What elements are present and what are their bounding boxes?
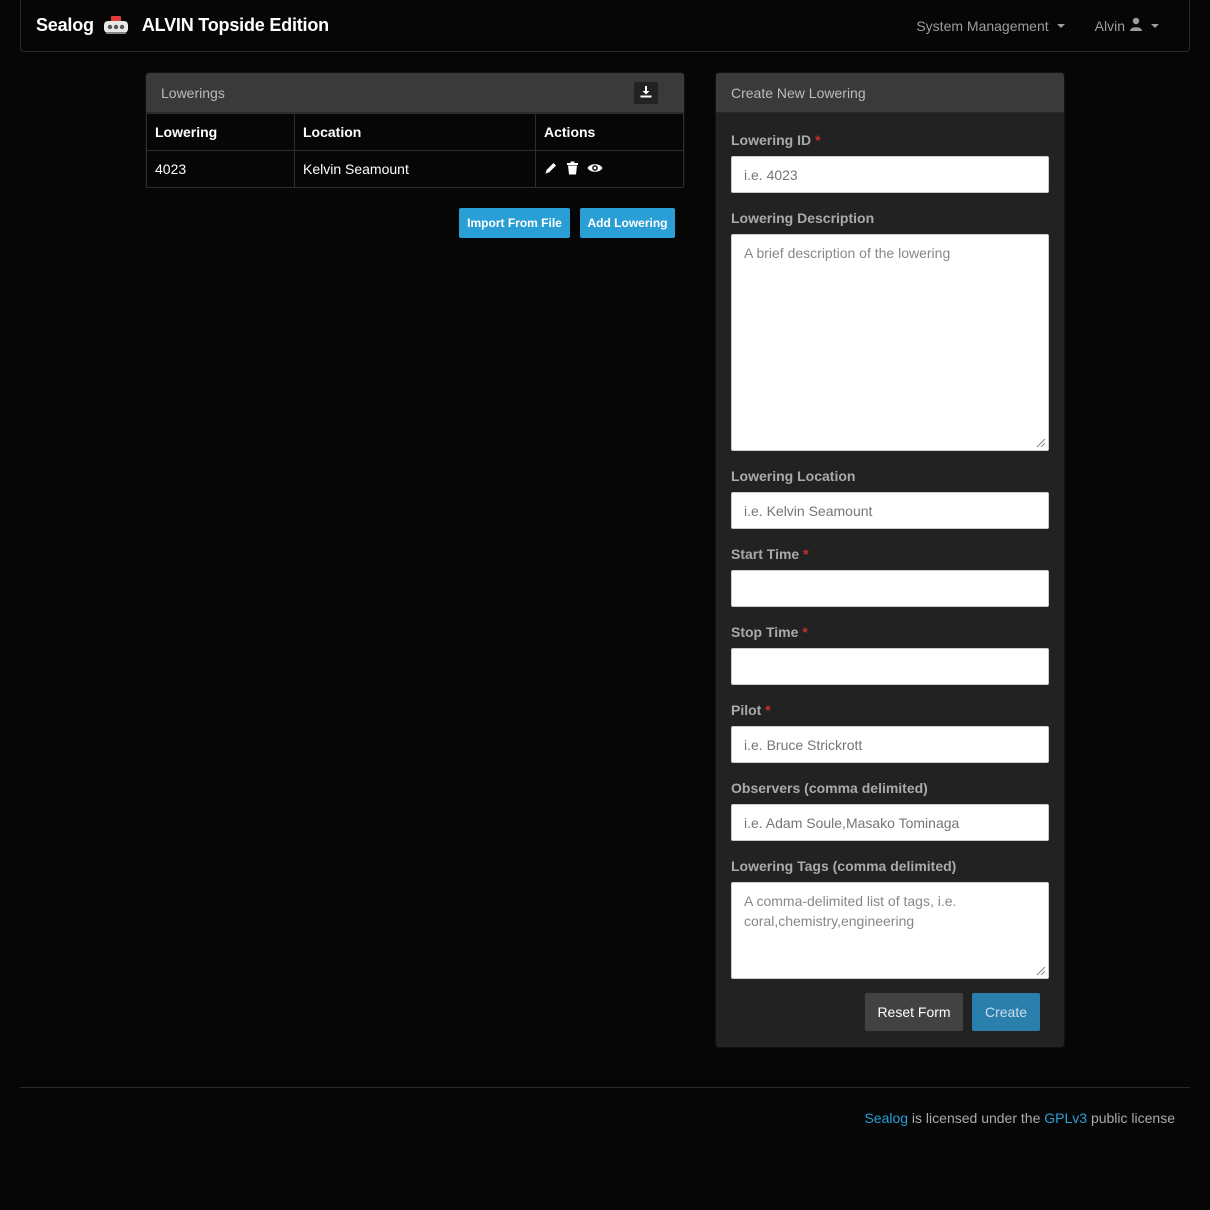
gplv3-link[interactable]: GPLv3 xyxy=(1044,1110,1087,1126)
lowering-description-textarea[interactable]: A brief description of the lowering xyxy=(731,234,1049,451)
required-mark: * xyxy=(765,702,771,718)
create-button[interactable]: Create xyxy=(972,993,1040,1031)
actions-cell xyxy=(535,150,684,188)
lowerings-panel: Lowerings Lowering Location Actions 4023… xyxy=(145,72,685,188)
create-lowering-title: Create New Lowering xyxy=(731,85,866,101)
column-header-lowering[interactable]: Lowering xyxy=(146,113,295,151)
observers-label: Observers (comma delimited) xyxy=(731,780,928,796)
navbar: Sealog ALVIN Topside Edition System Mana… xyxy=(20,0,1190,52)
caret-down-icon xyxy=(1151,23,1159,28)
user-menu[interactable]: Alvin xyxy=(1095,17,1159,34)
lowerings-table: Lowering Location Actions 4023 Kelvin Se… xyxy=(146,113,684,188)
eye-icon[interactable] xyxy=(587,161,603,177)
lowering-description-label: Lowering Description xyxy=(731,210,875,226)
create-lowering-heading: Create New Lowering xyxy=(716,73,1064,113)
system-management-label: System Management xyxy=(916,17,1049,34)
footer-divider xyxy=(20,1087,1190,1088)
trash-icon[interactable] xyxy=(566,161,579,178)
lowering-tags-placeholder: A comma-delimited list of tags, i.e. cor… xyxy=(744,893,957,929)
edit-icon[interactable] xyxy=(544,161,558,178)
caret-down-icon xyxy=(1056,23,1065,28)
lowering-location-label: Lowering Location xyxy=(731,468,856,484)
download-icon xyxy=(640,85,652,101)
location-cell: Kelvin Seamount xyxy=(294,150,536,188)
column-header-actions: Actions xyxy=(535,113,684,151)
start-time-input[interactable] xyxy=(731,570,1049,607)
lowering-description-placeholder: A brief description of the lowering xyxy=(744,245,951,261)
download-button[interactable] xyxy=(634,82,658,104)
lowering-tags-textarea[interactable]: A comma-delimited list of tags, i.e. cor… xyxy=(731,882,1049,979)
pilot-label: Pilot * xyxy=(731,702,771,718)
import-from-file-button[interactable]: Import From File xyxy=(459,208,570,238)
footer-text: is licensed under the xyxy=(908,1110,1045,1126)
brand[interactable]: Sealog ALVIN Topside Edition xyxy=(36,14,329,36)
column-header-location[interactable]: Location xyxy=(294,113,536,151)
table-row: 4023 Kelvin Seamount xyxy=(146,150,684,188)
observers-input[interactable] xyxy=(731,804,1049,841)
create-lowering-panel: Create New Lowering Lowering ID * Loweri… xyxy=(715,72,1065,1048)
sealog-link[interactable]: Sealog xyxy=(864,1110,908,1126)
lowering-location-input[interactable] xyxy=(731,492,1049,529)
required-mark: * xyxy=(815,132,821,148)
lowerings-title: Lowerings xyxy=(161,85,225,101)
stop-time-input[interactable] xyxy=(731,648,1049,685)
user-icon xyxy=(1129,17,1143,34)
system-management-menu[interactable]: System Management xyxy=(916,17,1065,34)
required-mark: * xyxy=(803,546,809,562)
user-name: Alvin xyxy=(1094,17,1125,34)
submarine-icon xyxy=(102,14,130,36)
footer: Sealog is licensed under the GPLv3 publi… xyxy=(864,1110,1175,1126)
required-mark: * xyxy=(802,624,808,640)
stop-time-label: Stop Time * xyxy=(731,624,808,640)
lowerings-heading: Lowerings xyxy=(146,73,684,113)
lowering-id-input[interactable] xyxy=(731,156,1049,193)
pilot-input[interactable] xyxy=(731,726,1049,763)
lowering-tags-label: Lowering Tags (comma delimited) xyxy=(731,858,957,874)
lowering-id-cell: 4023 xyxy=(146,150,295,188)
resize-handle-icon[interactable] xyxy=(1036,438,1046,448)
start-time-label: Start Time * xyxy=(731,546,809,562)
footer-text-end: public license xyxy=(1087,1110,1175,1126)
lowering-id-label: Lowering ID * xyxy=(731,132,821,148)
add-lowering-button[interactable]: Add Lowering xyxy=(580,208,675,238)
brand-subtitle: ALVIN Topside Edition xyxy=(141,14,329,35)
reset-form-button[interactable]: Reset Form xyxy=(865,993,963,1031)
resize-handle-icon[interactable] xyxy=(1036,966,1046,976)
brand-name: Sealog xyxy=(36,14,94,35)
